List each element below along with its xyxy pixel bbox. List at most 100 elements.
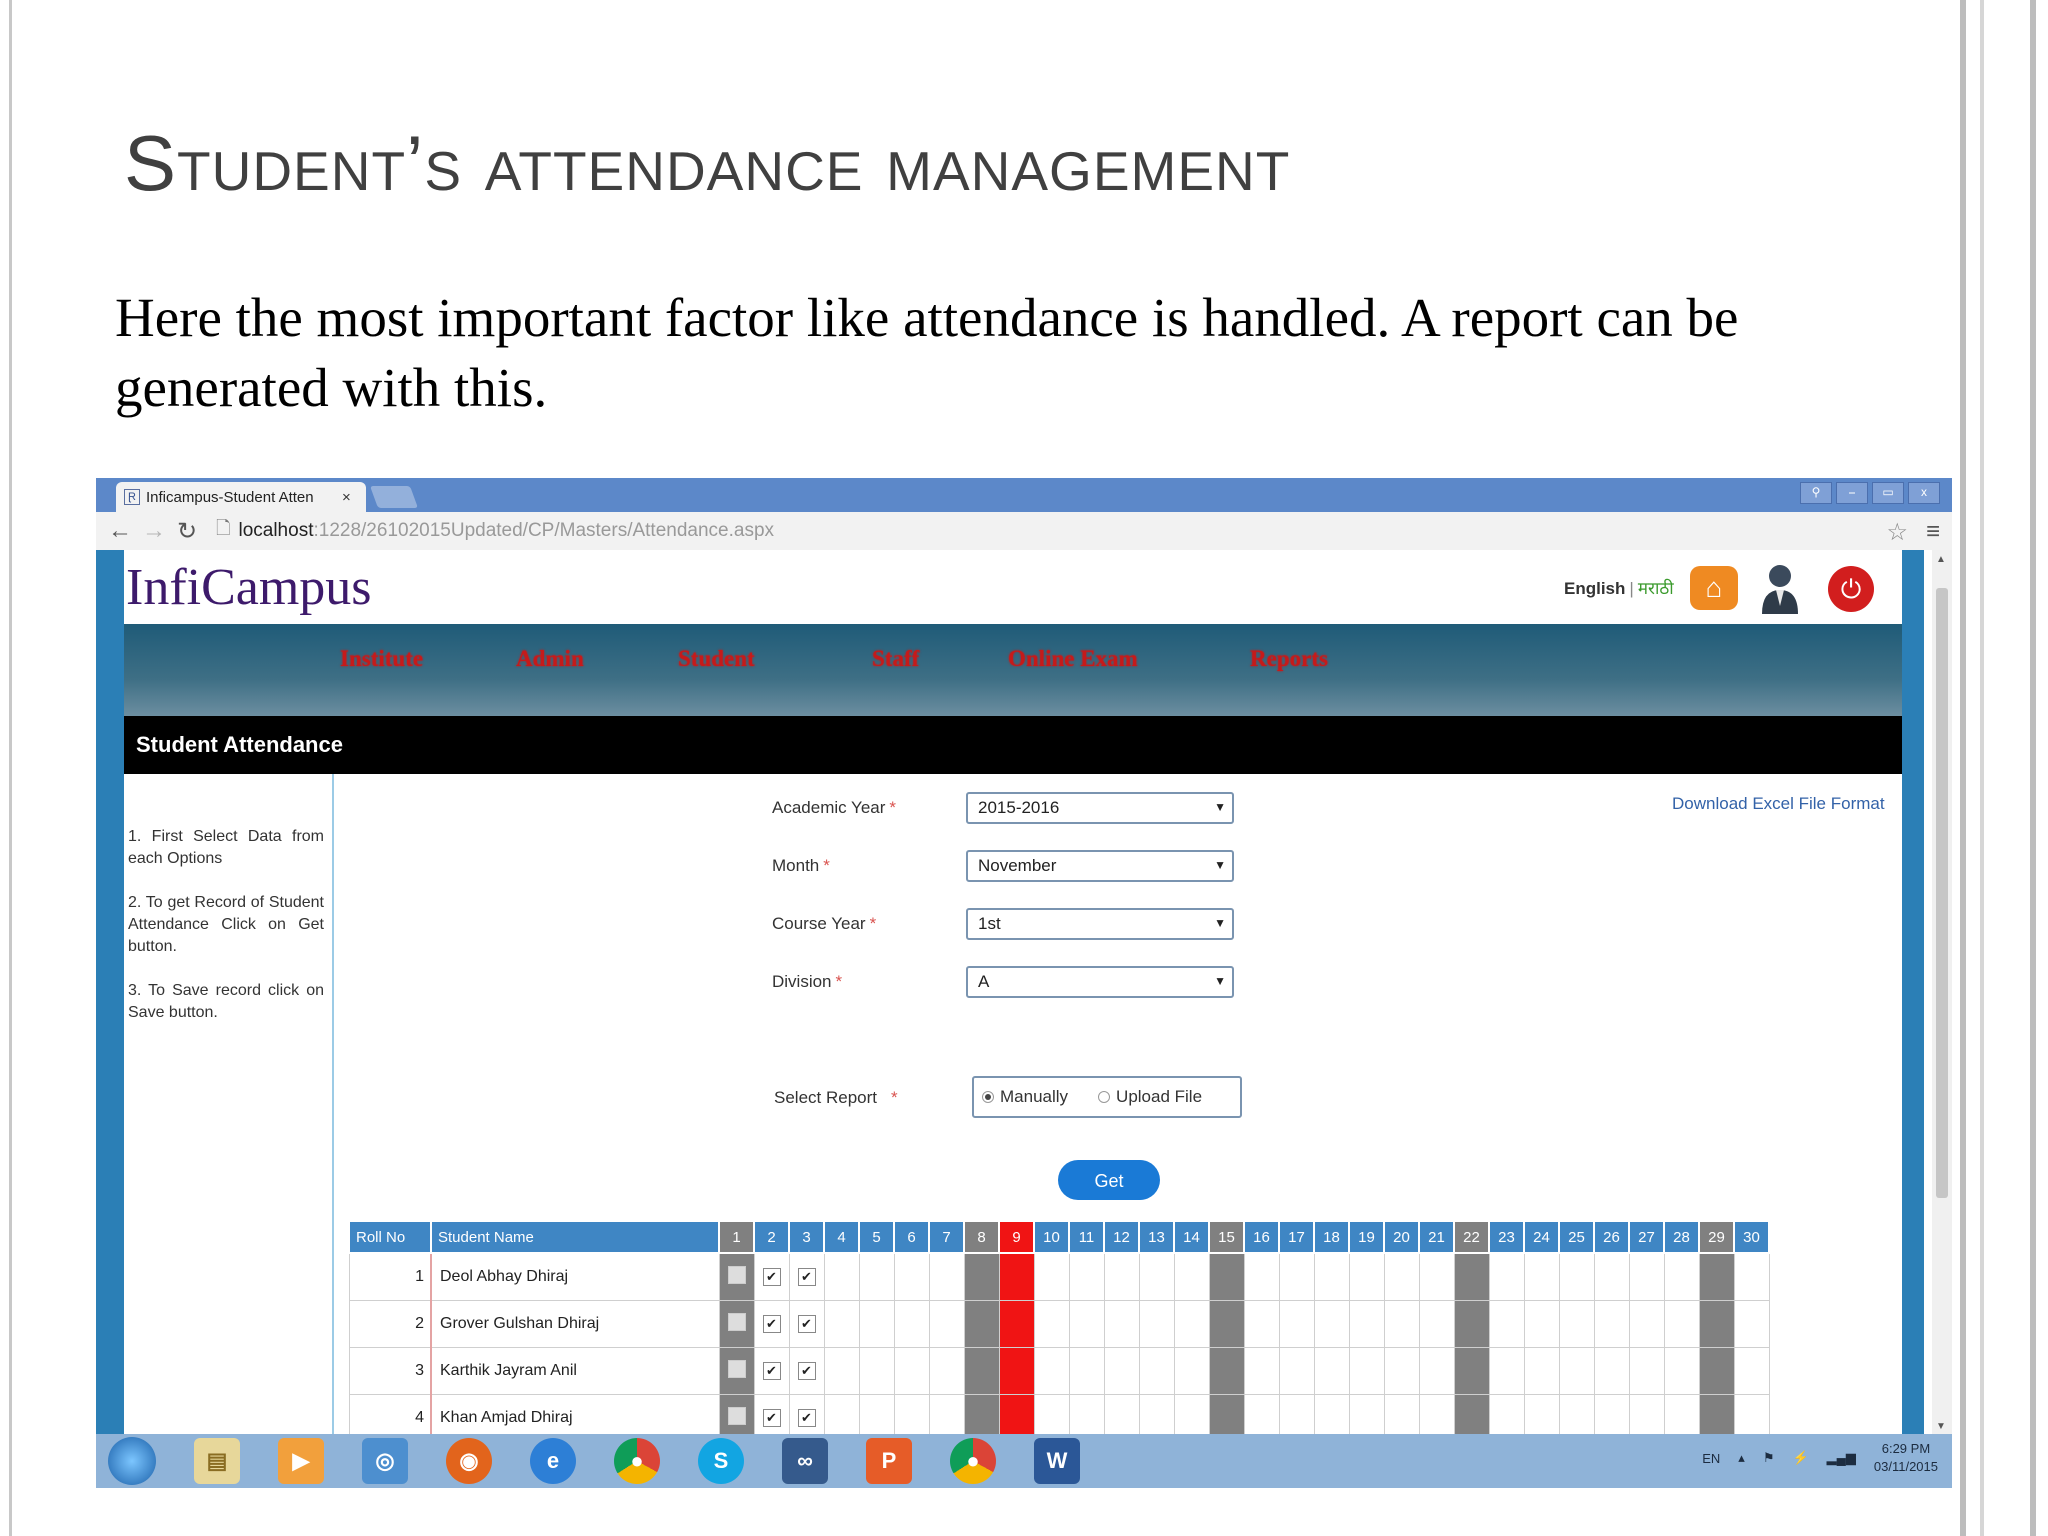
word-icon[interactable]: W xyxy=(1034,1438,1080,1484)
roll-no-cell: 3 xyxy=(348,1347,432,1395)
scroll-down-icon[interactable]: ▼ xyxy=(1936,1421,1946,1432)
bookmark-star-icon[interactable]: ☆ xyxy=(1886,518,1908,547)
nav-admin[interactable]: Admin xyxy=(516,646,584,672)
header-day-12: 12 xyxy=(1103,1220,1140,1254)
internet-explorer-icon[interactable]: e xyxy=(530,1438,576,1484)
chrome-icon[interactable]: ● xyxy=(614,1438,660,1484)
attendance-checkbox[interactable]: ✔ xyxy=(762,1315,781,1333)
day-cell xyxy=(963,1300,1000,1348)
lang-marathi-link[interactable]: मराठी xyxy=(1638,579,1674,598)
attendance-checkbox[interactable]: ✔ xyxy=(797,1268,816,1286)
get-button[interactable]: Get xyxy=(1058,1160,1160,1200)
minimize-button[interactable]: ⎯ xyxy=(1836,482,1868,504)
close-window-button[interactable]: x xyxy=(1908,482,1940,504)
day-cell xyxy=(1173,1252,1210,1301)
attendance-checkbox[interactable]: ✔ xyxy=(762,1409,781,1427)
page-scrollbar[interactable]: ▲ ▼ xyxy=(1932,550,1952,1434)
tray-expand-icon[interactable]: ▴ xyxy=(1738,1450,1745,1466)
table-row: 3 Karthik Jayram Anil ✔ ✔ xyxy=(348,1347,1770,1395)
media-player-icon[interactable]: ▶ xyxy=(278,1438,324,1484)
url-field[interactable]: localhost:1228/26102015Updated/CP/Master… xyxy=(238,520,774,542)
attendance-checkbox[interactable]: ✔ xyxy=(762,1268,781,1286)
dropdown-arrow-icon: ▼ xyxy=(1214,974,1226,988)
attendance-checkbox[interactable] xyxy=(727,1359,746,1378)
header-day-20: 20 xyxy=(1383,1220,1420,1254)
report-type-group: Manually Upload File xyxy=(972,1076,1242,1118)
day-cell xyxy=(1733,1252,1770,1301)
logout-power-icon[interactable]: ⏻ xyxy=(1828,566,1874,612)
clock[interactable]: 6:29 PM 03/11/2015 xyxy=(1874,1440,1938,1476)
attendance-checkbox[interactable] xyxy=(727,1265,746,1284)
course-year-select[interactable]: 1st ▼ xyxy=(966,908,1234,940)
day-cell xyxy=(1698,1300,1735,1348)
back-arrow-icon[interactable]: ← xyxy=(108,517,132,545)
chrome-icon[interactable]: ● xyxy=(950,1438,996,1484)
reload-icon[interactable]: ↻ xyxy=(176,517,198,546)
header-day-26: 26 xyxy=(1593,1220,1630,1254)
power-tray-icon[interactable]: ⚡ xyxy=(1792,1450,1808,1466)
app-logo[interactable]: InfiCampus xyxy=(126,558,372,617)
attendance-checkbox[interactable]: ✔ xyxy=(762,1362,781,1380)
day-cell xyxy=(1278,1347,1315,1395)
skype-icon[interactable]: S xyxy=(698,1438,744,1484)
attendance-table: Roll No Student Name 1 2 3 4 5 6 7 8 9 10 11 12 13 14 15… xyxy=(348,1220,1770,1442)
header-day-22: 22 xyxy=(1453,1220,1490,1254)
day-cell: ✔ xyxy=(788,1300,825,1348)
slide-frame-right xyxy=(1960,0,2048,1536)
network-signal-icon[interactable]: ▂▄▆ xyxy=(1827,1450,1856,1466)
upload-file-radio[interactable] xyxy=(1098,1091,1111,1103)
day-cell xyxy=(1593,1252,1630,1301)
slide-frame-left xyxy=(0,0,12,1536)
nav-student[interactable]: Student xyxy=(678,646,755,672)
division-select[interactable]: A ▼ xyxy=(966,966,1234,998)
infinity-app-icon[interactable]: ∞ xyxy=(782,1438,828,1484)
academic-year-select[interactable]: 2015-2016 ▼ xyxy=(966,792,1234,824)
attendance-checkbox[interactable] xyxy=(727,1406,746,1425)
day-cell xyxy=(1138,1300,1175,1348)
day-cell xyxy=(1663,1300,1700,1348)
attendance-checkbox[interactable]: ✔ xyxy=(797,1409,816,1427)
day-cell: ✔ xyxy=(788,1347,825,1395)
header-day-5: 5 xyxy=(858,1220,895,1254)
attendance-checkbox[interactable]: ✔ xyxy=(797,1362,816,1380)
scroll-up-icon[interactable]: ▲ xyxy=(1936,554,1946,565)
new-tab-button[interactable] xyxy=(369,486,419,508)
attendance-checkbox[interactable]: ✔ xyxy=(797,1315,816,1333)
day-cell xyxy=(823,1300,860,1348)
scroll-thumb[interactable] xyxy=(1936,588,1948,1198)
start-button[interactable] xyxy=(108,1437,156,1485)
manually-radio[interactable] xyxy=(982,1091,994,1103)
day-cell xyxy=(998,1252,1035,1301)
home-icon[interactable]: ⌂ xyxy=(1690,566,1738,610)
nav-online-exam[interactable]: Online Exam xyxy=(1008,646,1138,672)
header-day-25: 25 xyxy=(1558,1220,1595,1254)
nav-staff[interactable]: Staff xyxy=(872,646,919,672)
maximize-button[interactable]: ▭ xyxy=(1872,482,1904,504)
nav-reports[interactable]: Reports xyxy=(1250,646,1328,672)
firefox-icon[interactable]: ◉ xyxy=(446,1438,492,1484)
user-switch-icon[interactable]: ⚲ xyxy=(1800,482,1832,504)
forward-arrow-icon[interactable]: → xyxy=(142,517,166,545)
header-day-10: 10 xyxy=(1033,1220,1070,1254)
action-center-icon[interactable]: ⚑ xyxy=(1763,1450,1775,1466)
window-controls: ⚲ ⎯ ▭ x xyxy=(1800,482,1940,504)
file-explorer-icon[interactable]: ▤ xyxy=(194,1438,240,1484)
day-cell xyxy=(1103,1300,1140,1348)
day-cell xyxy=(1593,1300,1630,1348)
month-select[interactable]: November ▼ xyxy=(966,850,1234,882)
day-cell xyxy=(1663,1252,1700,1301)
tab-close-icon[interactable]: × xyxy=(342,489,351,506)
nav-institute[interactable]: Institute xyxy=(340,646,423,672)
download-excel-link[interactable]: Download Excel File Format xyxy=(1672,794,1885,814)
course-year-label: Course Year * xyxy=(772,914,877,933)
user-profile-icon[interactable] xyxy=(1760,562,1800,614)
lang-english-link[interactable]: English xyxy=(1564,579,1625,598)
menu-icon[interactable]: ≡ xyxy=(1926,518,1940,546)
input-language[interactable]: EN xyxy=(1702,1451,1720,1466)
powerpoint-icon[interactable]: P xyxy=(866,1438,912,1484)
browser-tab[interactable]: Ɽ Inficampus-Student Atten × xyxy=(116,482,366,512)
roll-no-cell: 2 xyxy=(348,1300,432,1348)
day-cell xyxy=(823,1347,860,1395)
attendance-checkbox[interactable] xyxy=(727,1312,746,1331)
network-tool-icon[interactable]: ◎ xyxy=(362,1438,408,1484)
